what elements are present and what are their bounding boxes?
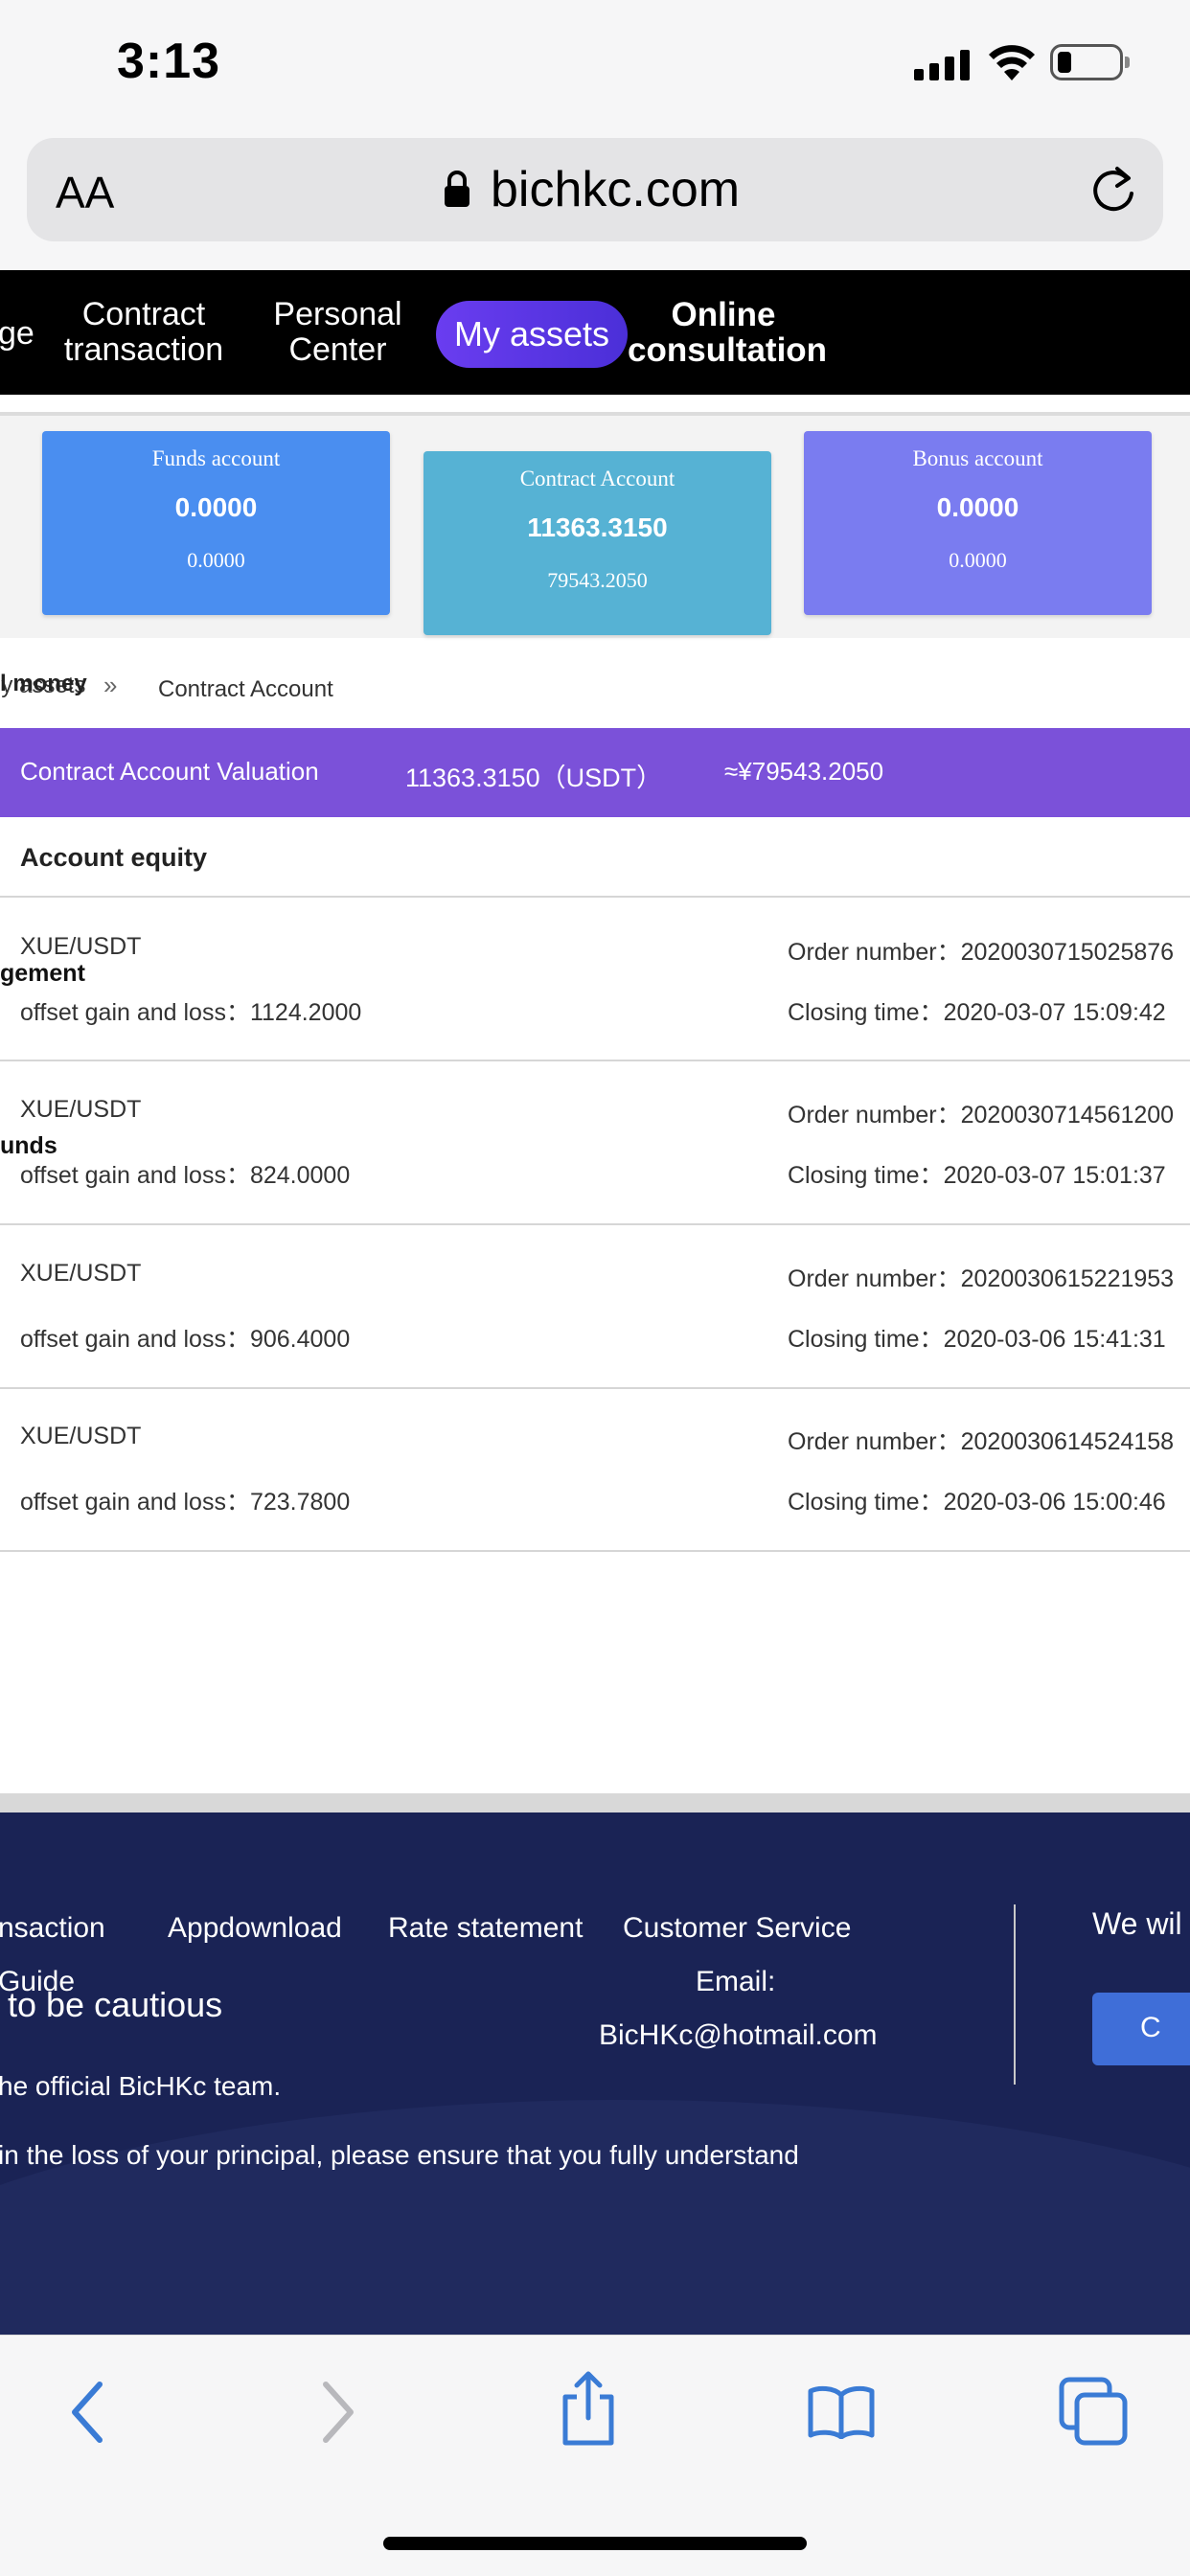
battery-icon [1050,44,1130,80]
row-order-number: Order number：2020030614524158 [788,1428,1175,1455]
footer-cautious-text: to be cautious [8,1985,223,2024]
row-order-number: Order number：2020030615221953 [788,1265,1175,1292]
valuation-label: Contract Account Valuation [20,757,319,786]
footer-email[interactable]: BicHKc@hotmail.com [599,2019,878,2052]
footer-contact-button-label: C [1140,2012,1161,2043]
breadcrumb-separator: » [103,671,118,699]
card-sub-value: 0.0000 [187,548,245,572]
card-value: 0.0000 [936,492,1019,522]
footer-team-text: he official BicHKc team. [0,2071,282,2101]
row-gain: offset gain and loss：824.0000 [20,1162,351,1189]
nav-item-my-assets[interactable]: My assets [436,301,628,368]
contract-account-card[interactable]: Contract Account 11363.3150 79543.2050 [423,451,771,635]
sidebar-overlay-funds[interactable]: unds [0,1132,57,1160]
row-order-number: Order number：2020030715025876 [788,939,1175,966]
card-sub-value: 0.0000 [949,548,1007,572]
bookmarks-icon[interactable] [807,2385,876,2439]
wifi-icon [989,45,1035,80]
nav-item-contract-transaction[interactable]: Contract transaction [57,297,230,368]
footer-right-text: We wil [1092,1906,1182,1941]
row-closing-time: Closing time：2020-03-06 15:00:46 [788,1489,1166,1516]
divider [0,1060,1190,1061]
bonus-account-card[interactable]: Bonus account 0.0000 0.0000 [804,431,1152,615]
card-value: 0.0000 [174,492,258,522]
lock-icon [445,171,469,207]
forward-icon[interactable] [316,2381,358,2444]
row-gain: offset gain and loss：1124.2000 [20,999,362,1026]
footer-divider [1014,1904,1016,2085]
funds-account-card[interactable]: Funds account 0.0000 0.0000 [42,431,390,615]
card-title: Bonus account [912,446,1043,470]
share-icon[interactable] [558,2370,619,2447]
cellular-signal-icon [914,48,972,80]
row-pair: XUE/USDT [20,1096,142,1123]
row-gain: offset gain and loss：906.4000 [20,1326,351,1353]
row-pair: XUE/USDT [20,933,142,960]
reload-icon[interactable] [1088,163,1138,217]
home-indicator [383,2537,807,2550]
nav-item-personal-center[interactable]: Personal Center [259,297,417,368]
account-equity-title: Account equity [20,843,208,872]
card-sub-value: 79543.2050 [547,568,648,592]
valuation-bar: Contract Account Valuation 11363.3150（US… [0,728,1190,817]
nav-item-online-consultation[interactable]: Online consultation [628,297,827,368]
breadcrumb-current: Contract Account [158,676,333,702]
footer-link-transaction[interactable]: nsaction [0,1912,105,1945]
tabs-icon[interactable] [1058,2376,1129,2447]
row-gain: offset gain and loss：723.7800 [20,1489,351,1516]
row-closing-time: Closing time：2020-03-07 15:09:42 [788,999,1166,1026]
row-pair: XUE/USDT [20,1423,142,1449]
footer-warning-text: in the loss of your principal, please en… [0,2140,799,2170]
sidebar-overlay-money[interactable]: l money [0,671,87,697]
row-closing-time: Closing time：2020-03-07 15:01:37 [788,1162,1166,1189]
nav-item-exchange[interactable]: ge [0,316,34,352]
valuation-cny: ≈¥79543.2050 [724,757,884,786]
back-icon[interactable] [67,2381,109,2444]
valuation-amount: 11363.3150（USDT） [405,764,663,792]
footer-separator [0,1793,1190,1812]
row-pair: XUE/USDT [20,1260,142,1287]
card-value: 11363.3150 [527,513,668,542]
footer-contact-button[interactable]: C [1092,1993,1190,2065]
card-title: Contract Account [519,467,675,490]
divider [0,1550,1190,1552]
divider [0,1223,1190,1225]
url-domain[interactable]: bichkc.com [491,161,740,218]
card-title: Funds account [151,446,281,470]
reader-options-button[interactable]: AA [56,167,114,218]
sidebar-overlay-management[interactable]: gement [0,960,85,988]
row-order-number: Order number：2020030714561200 [788,1102,1175,1128]
footer-link-appdownload[interactable]: Appdownload [168,1912,342,1945]
divider [0,1387,1190,1389]
footer-link-customer-service[interactable]: Customer Service [623,1912,851,1945]
footer-link-rate-statement[interactable]: Rate statement [388,1912,583,1945]
footer-email-label: Email: [696,1966,776,1997]
divider [0,896,1190,898]
row-closing-time: Closing time：2020-03-06 15:41:31 [788,1326,1166,1353]
status-time: 3:13 [117,34,221,89]
